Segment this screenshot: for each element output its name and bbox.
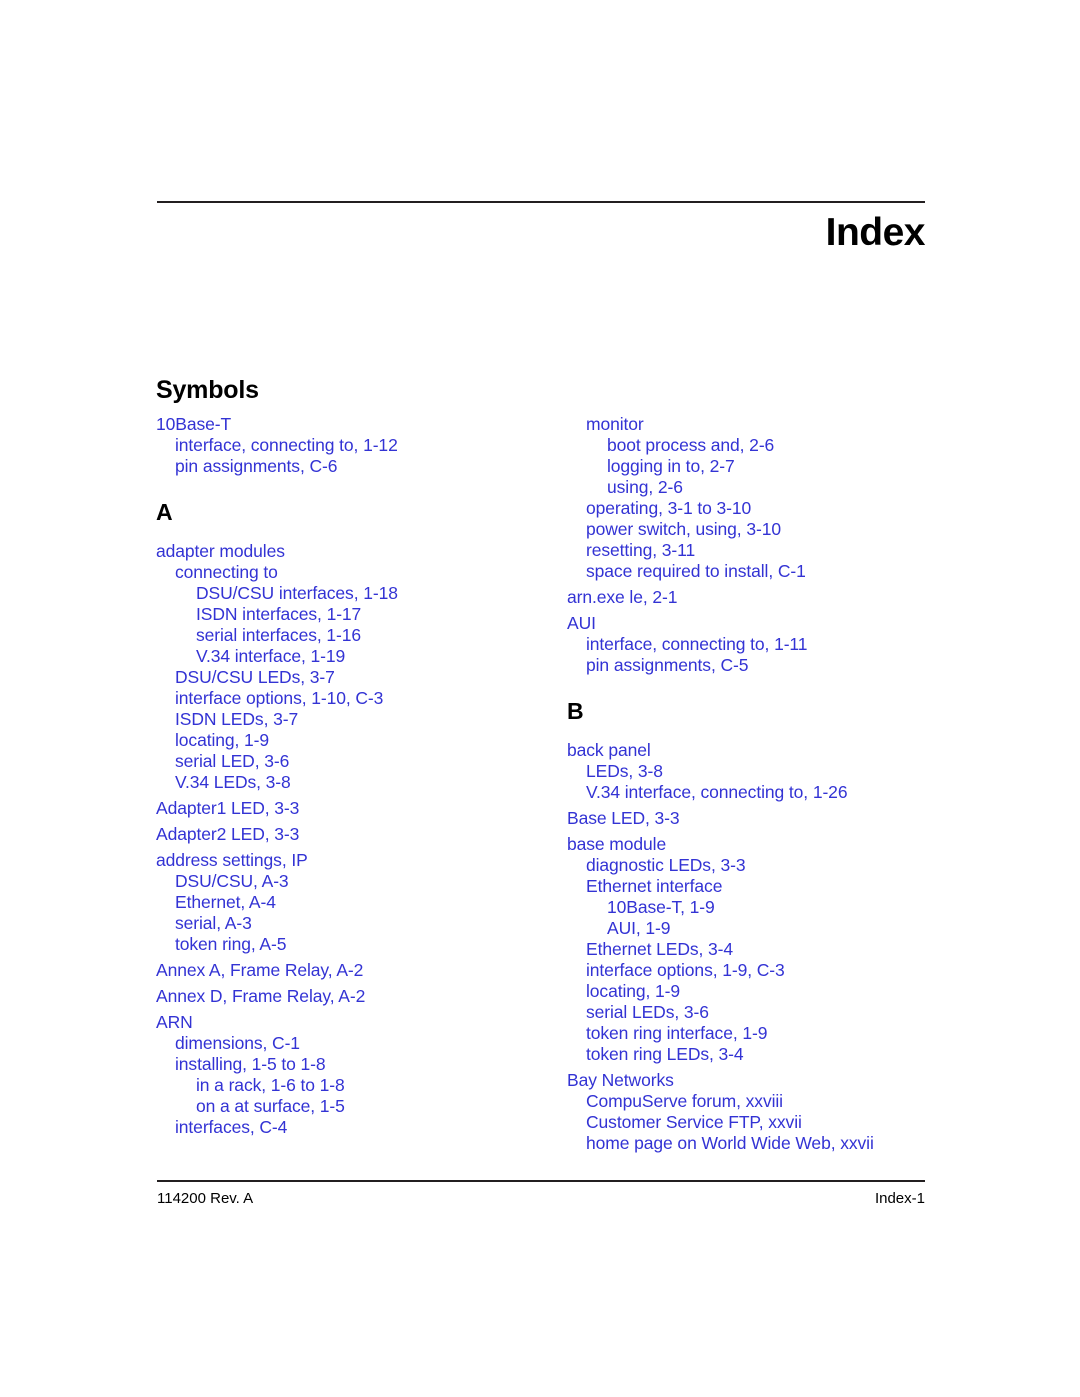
- index-entry-group: Bay Networks CompuServe forum, xxviii Cust…: [567, 1070, 967, 1154]
- index-subentry[interactable]: serial LED, 3-6: [156, 751, 556, 772]
- index-subentry[interactable]: 10Base-T, 1-9: [567, 897, 967, 918]
- index-page: Index Symbols 10Base-T interface, connect…: [0, 0, 1080, 1397]
- index-subentry[interactable]: interfaces, C-4: [156, 1117, 556, 1138]
- index-subentry[interactable]: DSU/CSU LEDs, 3-7: [156, 667, 556, 688]
- page-footer: 114200 Rev. A Index-1: [157, 1190, 925, 1214]
- index-entry[interactable]: Adapter1 LED, 3-3: [156, 798, 556, 819]
- letter-heading-b: B: [567, 698, 584, 724]
- index-subentry[interactable]: token ring interface, 1-9: [567, 1023, 967, 1044]
- index-entry-group: Annex D, Frame Relay, A-2: [156, 986, 556, 1007]
- index-entry-group: 10Base-T interface, connecting to, 1-12 pi…: [156, 414, 556, 477]
- index-subentry[interactable]: logging in to, 2-7: [567, 456, 967, 477]
- index-entry-group: Base LED, 3-3: [567, 808, 967, 829]
- index-subentry[interactable]: monitor: [567, 414, 967, 435]
- index-subentry[interactable]: interface, connecting to, 1-11: [567, 634, 967, 655]
- index-subentry[interactable]: dimensions, C-1: [156, 1033, 556, 1054]
- index-subentry[interactable]: interface, connecting to, 1-12: [156, 435, 556, 456]
- index-entry-group: Annex A, Frame Relay, A-2: [156, 960, 556, 981]
- index-subentry[interactable]: pin assignments, C-5: [567, 655, 967, 676]
- index-subentry[interactable]: locating, 1-9: [156, 730, 556, 751]
- index-entry-group: base module diagnostic LEDs, 3-3 Ethernet …: [567, 834, 967, 1065]
- index-subentry[interactable]: ISDN LEDs, 3-7: [156, 709, 556, 730]
- index-entry[interactable]: Bay Networks: [567, 1070, 967, 1091]
- index-subentry[interactable]: Ethernet interface: [567, 876, 967, 897]
- index-entry-group: ARN dimensions, C-1 installing, 1-5 to 1-8…: [156, 1012, 556, 1138]
- index-subentry[interactable]: using, 2-6: [567, 477, 967, 498]
- index-subentry[interactable]: Ethernet LEDs, 3-4: [567, 939, 967, 960]
- header-rule: [157, 201, 925, 203]
- index-entry[interactable]: AUI: [567, 613, 967, 634]
- index-subentry[interactable]: serial interfaces, 1-16: [156, 625, 556, 646]
- index-subentry[interactable]: operating, 3-1 to 3-10: [567, 498, 967, 519]
- letter-heading-a: A: [156, 499, 173, 525]
- index-entry-group: monitor boot process and, 2-6 logging in t…: [567, 414, 967, 582]
- page-title: Index: [825, 211, 926, 254]
- index-subentry[interactable]: diagnostic LEDs, 3-3: [567, 855, 967, 876]
- index-subentry[interactable]: installing, 1-5 to 1-8: [156, 1054, 556, 1075]
- footer-rule: [157, 1180, 925, 1182]
- index-subentry[interactable]: boot process and, 2-6: [567, 435, 967, 456]
- footer-page-number: Index-1: [874, 1190, 925, 1207]
- index-entry[interactable]: Base LED, 3-3: [567, 808, 967, 829]
- index-entry[interactable]: arn.exe le, 2-1: [567, 587, 967, 608]
- index-entry[interactable]: ARN: [156, 1012, 556, 1033]
- index-entry-group: back panel LEDs, 3-8 V.34 interface, conne…: [567, 740, 967, 803]
- index-entry[interactable]: address settings, IP: [156, 850, 556, 871]
- index-subentry[interactable]: in a rack, 1-6 to 1-8: [156, 1075, 556, 1096]
- index-subentry[interactable]: power switch, using, 3-10: [567, 519, 967, 540]
- index-subentry[interactable]: AUI, 1-9: [567, 918, 967, 939]
- index-entry[interactable]: adapter modules: [156, 541, 556, 562]
- index-entry-group: adapter modules connecting to DSU/CSU inte…: [156, 541, 556, 793]
- index-entry[interactable]: Annex D, Frame Relay, A-2: [156, 986, 556, 1007]
- index-entry[interactable]: back panel: [567, 740, 967, 761]
- index-subentry[interactable]: Ethernet, A-4: [156, 892, 556, 913]
- index-entry-group: AUI interface, connecting to, 1-11 pin ass…: [567, 613, 967, 676]
- index-subentry[interactable]: interface options, 1-9, C-3: [567, 960, 967, 981]
- index-subentry[interactable]: pin assignments, C-6: [156, 456, 556, 477]
- index-subentry[interactable]: serial, A-3: [156, 913, 556, 934]
- index-subentry[interactable]: token ring, A-5: [156, 934, 556, 955]
- index-subentry[interactable]: DSU/CSU, A-3: [156, 871, 556, 892]
- index-entry-group: Adapter1 LED, 3-3: [156, 798, 556, 819]
- index-subentry[interactable]: V.34 LEDs, 3-8: [156, 772, 556, 793]
- index-column-left: 10Base-T interface, connecting to, 1-12 pi…: [156, 414, 556, 1143]
- index-subentry[interactable]: V.34 interface, 1-19: [156, 646, 556, 667]
- index-subentry[interactable]: V.34 interface, connecting to, 1-26: [567, 782, 967, 803]
- index-entry-group: address settings, IP DSU/CSU, A-3 Ethernet…: [156, 850, 556, 955]
- index-subentry[interactable]: serial LEDs, 3-6: [567, 1002, 967, 1023]
- index-entry[interactable]: 10Base-T: [156, 414, 556, 435]
- index-subentry[interactable]: interface options, 1-10, C-3: [156, 688, 556, 709]
- index-subentry[interactable]: locating, 1-9: [567, 981, 967, 1002]
- index-entry[interactable]: Annex A, Frame Relay, A-2: [156, 960, 556, 981]
- index-subentry[interactable]: resetting, 3-11: [567, 540, 967, 561]
- index-entry-group: Adapter2 LED, 3-3: [156, 824, 556, 845]
- index-subentry[interactable]: LEDs, 3-8: [567, 761, 967, 782]
- index-subentry[interactable]: DSU/CSU interfaces, 1-18: [156, 583, 556, 604]
- index-subentry[interactable]: token ring LEDs, 3-4: [567, 1044, 967, 1065]
- index-subentry[interactable]: connecting to: [156, 562, 556, 583]
- index-subentry[interactable]: home page on World Wide Web, xxvii: [567, 1133, 967, 1154]
- section-heading-symbols: Symbols: [156, 376, 259, 404]
- index-entry[interactable]: base module: [567, 834, 967, 855]
- index-subentry[interactable]: Customer Service FTP, xxvii: [567, 1112, 967, 1133]
- index-column-right: monitor boot process and, 2-6 logging in t…: [567, 414, 967, 1159]
- index-subentry[interactable]: CompuServe forum, xxviii: [567, 1091, 967, 1112]
- index-subentry[interactable]: on a at surface, 1-5: [156, 1096, 556, 1117]
- index-subentry[interactable]: space required to install, C-1: [567, 561, 967, 582]
- index-subentry[interactable]: ISDN interfaces, 1-17: [156, 604, 556, 625]
- index-entry-group: arn.exe le, 2-1: [567, 587, 967, 608]
- footer-document-number: 114200 Rev. A: [157, 1190, 254, 1207]
- index-entry[interactable]: Adapter2 LED, 3-3: [156, 824, 556, 845]
